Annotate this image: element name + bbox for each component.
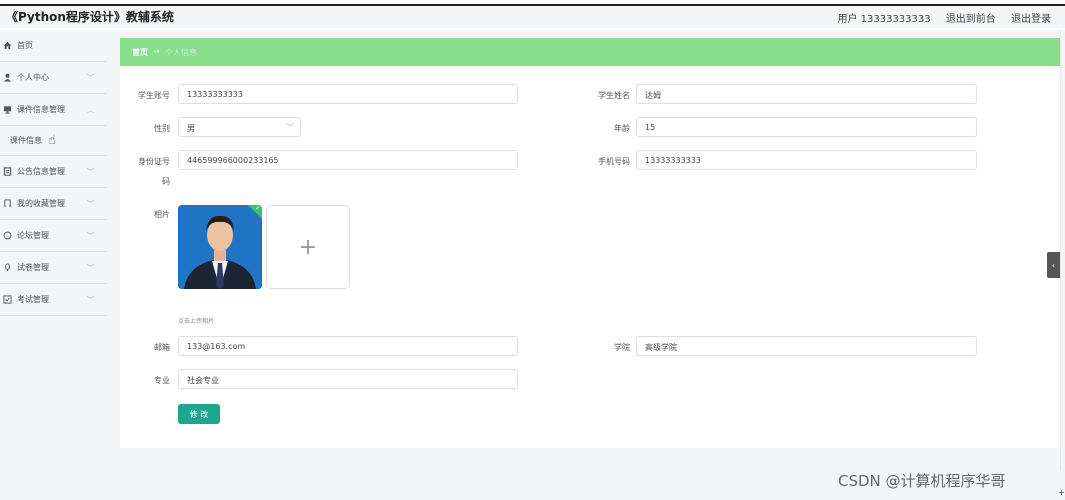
sidebar-item-label: 个人中心 xyxy=(17,73,49,82)
sidebar-item-label: 公告信息管理 xyxy=(17,167,65,176)
sidebar-item-label: 试卷管理 xyxy=(17,263,49,272)
sidebar-item-label: 首页 xyxy=(17,41,33,50)
id-number-label-wrap: 码 xyxy=(162,177,170,186)
sidebar-item-forum-management[interactable]: 论坛管理 ﹀ xyxy=(0,220,106,252)
major-field[interactable]: 社会专业 xyxy=(178,369,518,389)
student-photo[interactable]: ✓ xyxy=(178,205,262,289)
sidebar-item-personal-center[interactable]: 个人中心 ﹀ xyxy=(0,62,106,94)
student-account-label: 学生账号 xyxy=(138,91,170,100)
breadcrumb-arrow-icon: → xyxy=(153,47,160,56)
collapse-panel-button[interactable]: ‹ xyxy=(1047,252,1060,278)
main-area: 首页 → 个人信息 学生账号 13333333333 学生姓名 达姆 性别 男 … xyxy=(106,30,1065,500)
chevron-left-icon: ‹ xyxy=(1051,260,1056,270)
id-number-field[interactable]: 446599966000233165 xyxy=(178,150,518,170)
sidebar-item-paper-management[interactable]: 试卷管理 ﹀ xyxy=(0,252,106,284)
breadcrumb: 首页 → 个人信息 xyxy=(120,38,1060,66)
gender-select[interactable]: 男 ﹀ xyxy=(178,117,301,137)
phone-label: 手机号码 xyxy=(598,157,630,166)
age-label: 年龄 xyxy=(614,124,630,133)
submit-button[interactable]: 修 改 xyxy=(178,404,220,424)
sidebar-subitem-courseware-info[interactable]: 课件信息 ☝ xyxy=(0,126,106,156)
photo-label: 相片 xyxy=(154,210,170,219)
sidebar-item-home[interactable]: 首页 xyxy=(0,30,106,62)
chevron-down-icon: ﹀ xyxy=(87,74,94,82)
sidebar-item-collect-management[interactable]: 我的收藏管理 ﹀ xyxy=(0,188,106,220)
sidebar-item-label: 考试管理 xyxy=(17,295,49,304)
user-account: 用户 13333333333 xyxy=(837,14,931,25)
major-label: 专业 xyxy=(154,376,170,385)
user-icon xyxy=(3,73,12,82)
chevron-down-icon: ﹀ xyxy=(87,264,94,272)
app-header: 《Python程序设计》教辅系统 用户 13333333333 退出到前台 退出… xyxy=(0,6,1065,28)
gender-label: 性别 xyxy=(154,124,170,133)
sidebar-item-label: 论坛管理 xyxy=(17,231,49,240)
app-title: 《Python程序设计》教辅系统 xyxy=(6,10,174,24)
check-icon: ✓ xyxy=(255,205,261,212)
home-icon xyxy=(3,41,12,50)
student-name-field[interactable]: 达姆 xyxy=(636,84,977,104)
sidebar: 首页 个人中心 ﹀ 课件信息管理 ︿ 课件信息 ☝ 公告信息管理 ﹀ 我的收藏管… xyxy=(0,30,106,500)
student-name-label: 学生姓名 xyxy=(598,91,630,100)
college-field[interactable]: 高级学院 xyxy=(636,336,977,356)
resize-marker-icon: + xyxy=(1058,488,1065,497)
id-number-label: 身份证号 xyxy=(138,157,170,166)
sidebar-item-exam-management[interactable]: 考试管理 ﹀ xyxy=(0,284,106,316)
age-field[interactable]: 15 xyxy=(636,117,977,137)
sidebar-subitem-label: 课件信息 xyxy=(10,136,42,145)
profile-card: 首页 → 个人信息 学生账号 13333333333 学生姓名 达姆 性别 男 … xyxy=(120,38,1060,448)
chevron-down-icon: ﹀ xyxy=(286,123,294,132)
student-account-field[interactable]: 13333333333 xyxy=(178,84,518,104)
college-label: 学院 xyxy=(614,343,630,352)
sidebar-item-label: 我的收藏管理 xyxy=(17,199,65,208)
watermark: CSDN @计算机程序华哥 xyxy=(838,472,1006,490)
sidebar-item-notice-management[interactable]: 公告信息管理 ﹀ xyxy=(0,156,106,188)
paper-icon xyxy=(3,263,12,272)
exam-icon xyxy=(3,295,12,304)
notice-icon xyxy=(3,167,12,176)
forum-icon xyxy=(3,231,12,240)
breadcrumb-home-link[interactable]: 首页 xyxy=(132,47,148,58)
email-field[interactable]: 133@163.com xyxy=(178,336,518,356)
chevron-down-icon: ﹀ xyxy=(87,232,94,240)
sidebar-item-courseware-management[interactable]: 课件信息管理 ︿ xyxy=(0,94,106,126)
phone-field[interactable]: 13333333333 xyxy=(636,150,977,170)
logout-link[interactable]: 退出登录 xyxy=(1011,14,1051,25)
exit-to-front-link[interactable]: 退出到前台 xyxy=(946,14,996,25)
content-edge xyxy=(1060,30,1061,470)
courseware-icon xyxy=(3,105,12,114)
email-label: 邮箱 xyxy=(154,343,170,352)
sidebar-item-label: 课件信息管理 xyxy=(17,105,65,114)
chevron-down-icon: ﹀ xyxy=(87,200,94,208)
upload-hint: 点击上传相片 xyxy=(178,318,215,325)
hand-cursor-icon: ☝ xyxy=(48,133,56,148)
chevron-up-icon: ︿ xyxy=(87,106,94,114)
header-actions: 用户 13333333333 退出到前台 退出登录 xyxy=(837,10,1051,25)
plus-icon: + xyxy=(298,234,318,260)
collect-icon xyxy=(3,199,12,208)
gender-value: 男 xyxy=(187,124,195,133)
photo-upload-button[interactable]: + xyxy=(266,205,350,289)
chevron-down-icon: ﹀ xyxy=(87,296,94,304)
breadcrumb-current: 个人信息 xyxy=(165,48,197,57)
chevron-down-icon: ﹀ xyxy=(87,168,94,176)
